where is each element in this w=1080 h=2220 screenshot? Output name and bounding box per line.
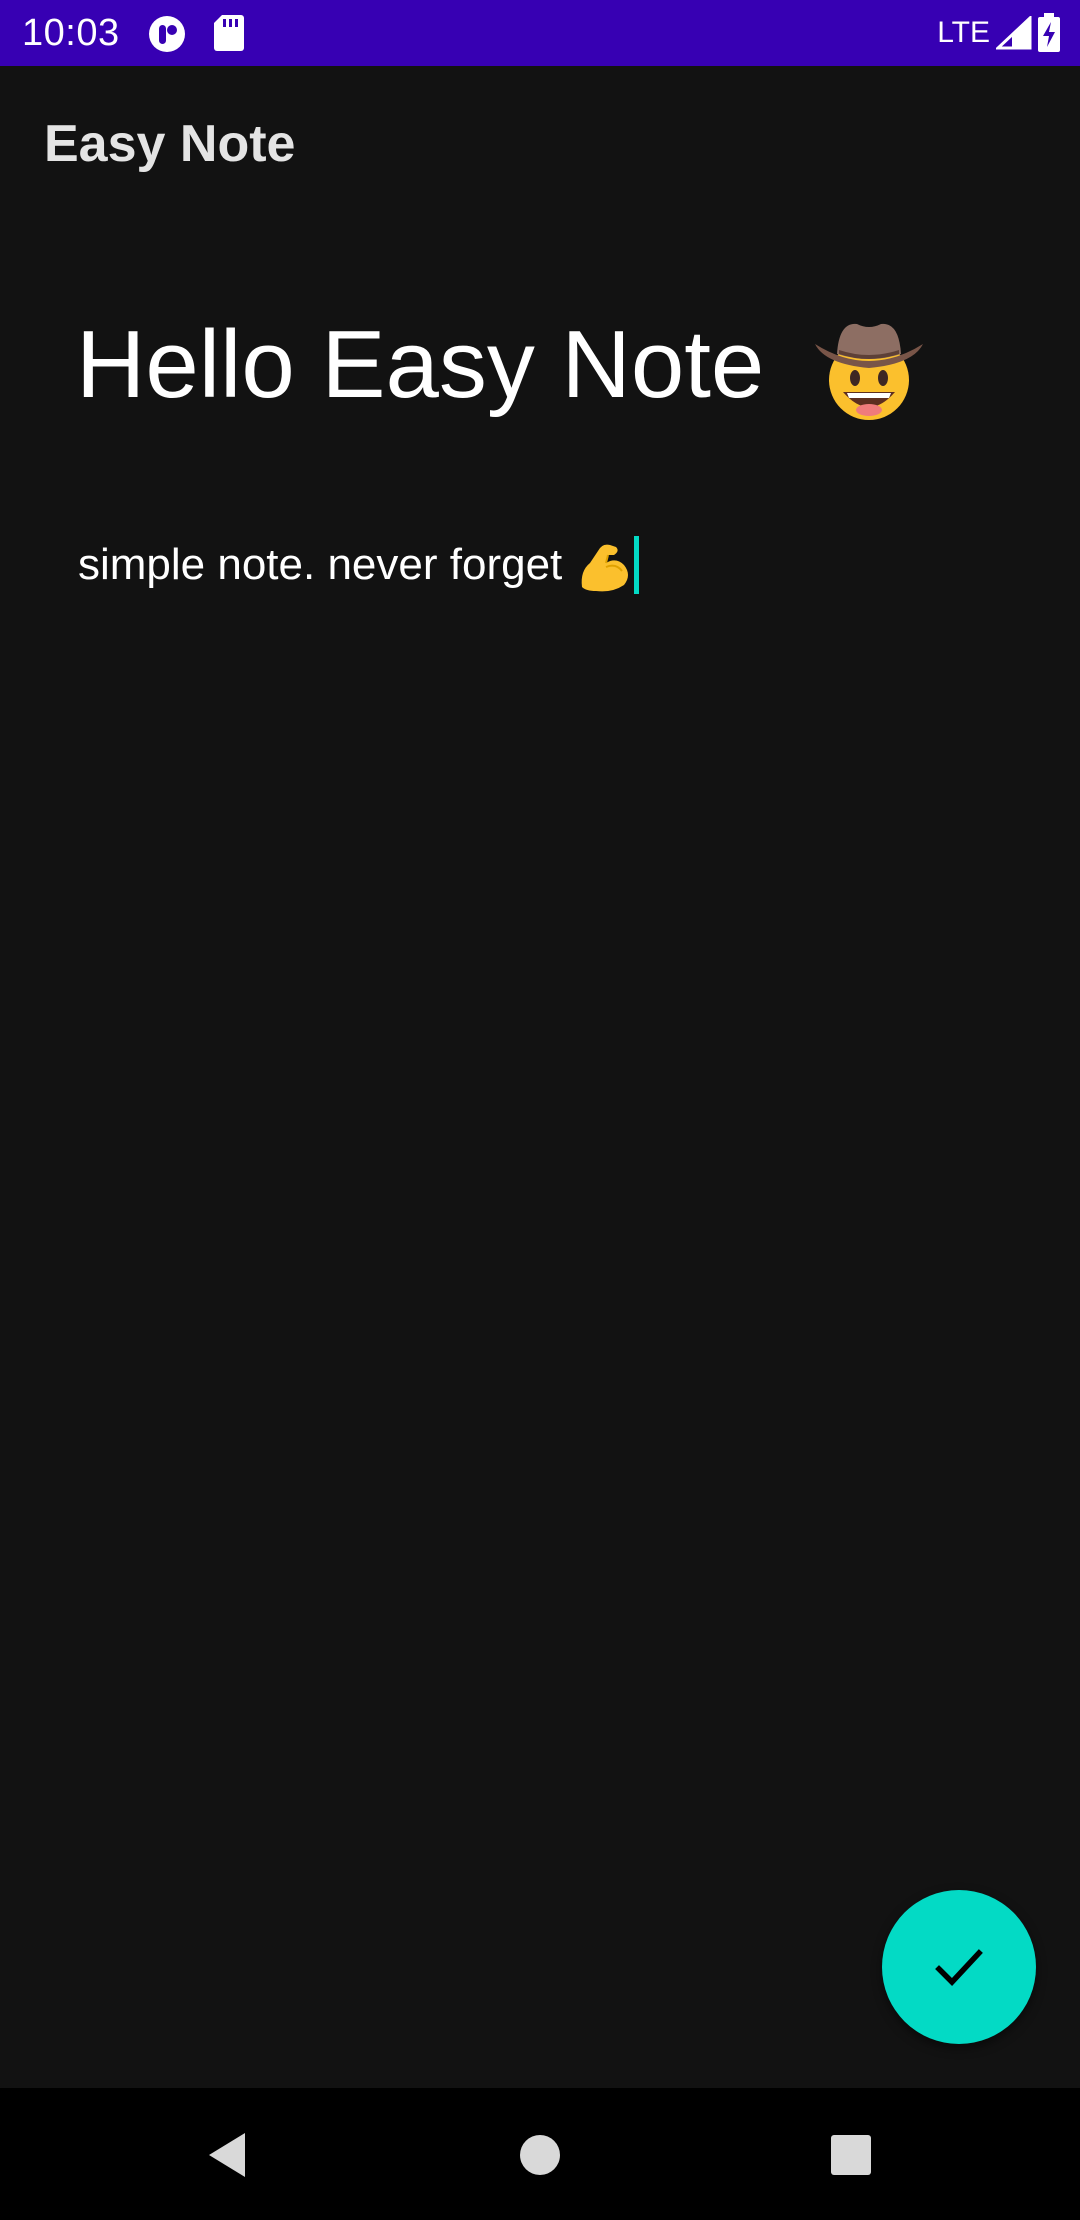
app-title: Easy Note — [44, 115, 296, 173]
recents-icon — [831, 2135, 871, 2175]
sd-card-icon — [214, 15, 244, 51]
status-right-group: LTE — [937, 10, 1062, 56]
note-title-text: Hello Easy Note — [76, 311, 765, 418]
back-icon — [209, 2133, 245, 2177]
home-icon — [520, 2135, 560, 2175]
status-bar: 10:03 LTE — [0, 0, 1080, 66]
note-body-text: simple note. never forget — [78, 540, 563, 589]
nav-home-button[interactable] — [495, 2110, 585, 2200]
save-note-button[interactable] — [882, 1890, 1036, 2044]
nav-recents-button[interactable] — [806, 2110, 896, 2200]
flexed-biceps-icon — [581, 544, 629, 592]
check-icon — [935, 1949, 983, 1986]
cowboy-hat-face-icon — [814, 323, 923, 420]
text-cursor — [634, 536, 640, 594]
system-nav-bar — [0, 2088, 1080, 2220]
note-body-field[interactable]: simple note. never forget — [78, 530, 1018, 600]
signal-icon — [996, 16, 1032, 50]
note-editor-screen: 10:03 LTE Easy Note Hello Easy Note simp… — [0, 0, 1080, 2220]
app-bar: Easy Note — [0, 66, 1080, 226]
nav-back-button[interactable] — [182, 2110, 272, 2200]
notification-app-icon — [149, 16, 185, 52]
status-time: 10:03 — [22, 12, 120, 54]
note-title-field[interactable]: Hello Easy Note — [76, 310, 1036, 428]
network-type-label: LTE — [937, 16, 990, 49]
battery-charging-icon — [1038, 13, 1060, 52]
